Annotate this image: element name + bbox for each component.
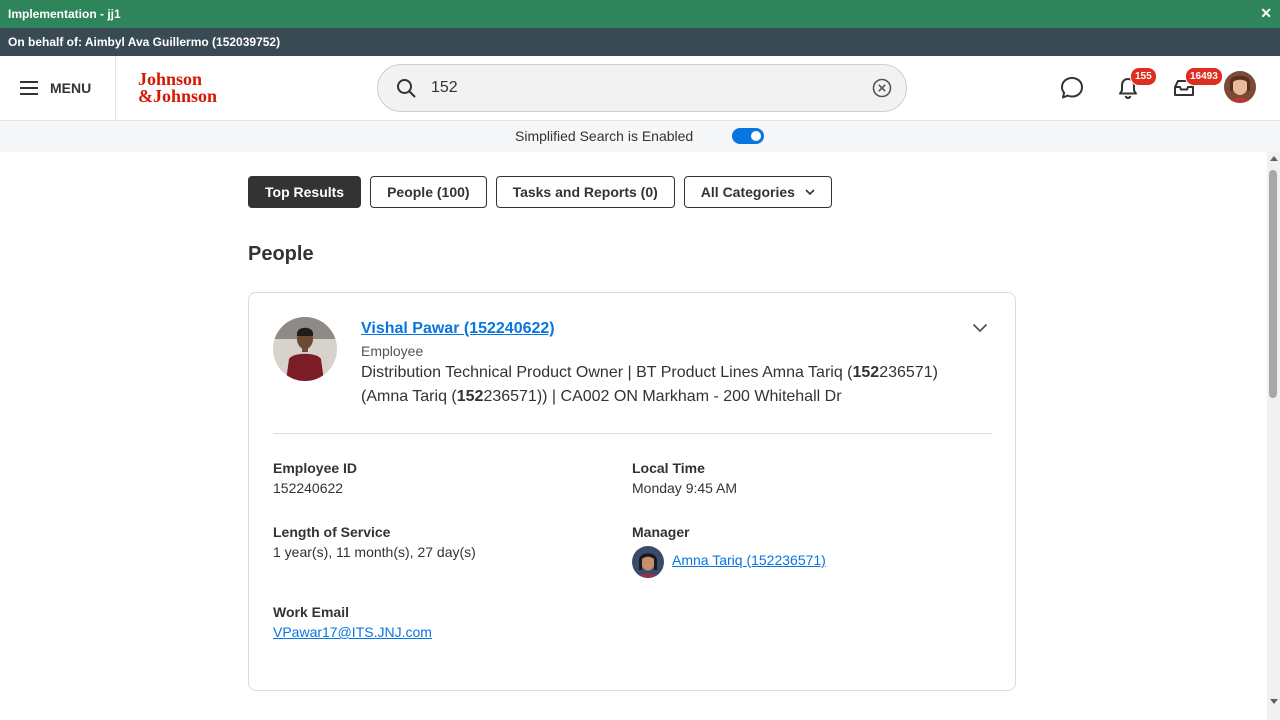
length-of-service-value: 1 year(s), 11 month(s), 27 day(s) <box>273 544 476 560</box>
chat-icon[interactable] <box>1059 75 1085 101</box>
toggle-knob <box>751 131 761 141</box>
local-time-label: Local Time <box>632 460 705 476</box>
header-divider <box>115 56 116 120</box>
simplified-search-bar: Simplified Search is Enabled <box>0 121 1280 152</box>
person-photo[interactable] <box>273 317 337 381</box>
app-header: MENU Johnson &Johnson 155 16493 <box>0 56 1280 121</box>
desc-part-1: Distribution Technical Product Owner | B… <box>361 364 853 381</box>
card-divider <box>273 433 992 434</box>
person-name-link[interactable]: Vishal Pawar (152240622) <box>361 320 555 338</box>
search-box[interactable] <box>377 64 907 112</box>
result-tabs: Top Results People (100) Tasks and Repor… <box>248 176 841 208</box>
search-icon <box>397 79 416 98</box>
menu-button[interactable]: MENU <box>20 76 91 100</box>
manager-avatar-icon <box>632 546 664 578</box>
inbox-badge: 16493 <box>1185 67 1223 86</box>
work-email-link[interactable]: VPawar17@ITS.JNJ.com <box>273 624 432 640</box>
desc-highlight-2: 152 <box>456 388 484 405</box>
section-title-people: People <box>248 243 314 265</box>
tab-top-results-label: Top Results <box>265 184 345 200</box>
work-email-label: Work Email <box>273 604 349 620</box>
manager-link[interactable]: Amna Tariq (152236571) <box>672 552 826 568</box>
user-avatar-icon <box>1224 71 1256 103</box>
scroll-up-arrow-icon[interactable] <box>1270 156 1278 161</box>
user-avatar[interactable] <box>1224 71 1256 103</box>
tab-people-label: People (100) <box>387 184 470 200</box>
simplified-search-text: Simplified Search is Enabled <box>515 128 694 144</box>
person-description: Distribution Technical Product Owner | B… <box>361 361 971 409</box>
chevron-down-icon[interactable] <box>972 323 988 333</box>
employee-id-label: Employee ID <box>273 460 358 476</box>
person-role: Employee <box>361 343 424 359</box>
window-title-bar: Implementation - jj1 ✕ <box>0 0 1280 28</box>
desc-part-4: (Amna Tariq ( <box>361 388 457 405</box>
on-behalf-text: On behalf of: Aimbyl Ava Guillermo (1520… <box>8 35 281 49</box>
local-time-value: Monday 9:45 AM <box>632 480 738 496</box>
person-card: Vishal Pawar (152240622) Employee Distri… <box>248 292 1016 691</box>
page-scrollbar[interactable] <box>1267 152 1280 720</box>
desc-part-3: 236571) <box>879 364 938 381</box>
all-categories-dropdown[interactable]: All Categories <box>683 176 832 208</box>
company-logo[interactable]: Johnson &Johnson <box>138 70 218 106</box>
simplified-search-toggle[interactable] <box>732 128 764 144</box>
window-title: Implementation - jj1 <box>8 7 121 21</box>
manager-avatar[interactable] <box>632 546 664 578</box>
desc-part-6: 236571)) | CA002 ON Markham - 200 Whiteh… <box>483 388 842 405</box>
close-icon[interactable]: ✕ <box>1260 5 1272 22</box>
logo-line-2: &Johnson <box>138 86 218 106</box>
person-photo-icon <box>273 317 337 381</box>
tab-top-results[interactable]: Top Results <box>248 176 362 208</box>
on-behalf-bar: On behalf of: Aimbyl Ava Guillermo (1520… <box>0 28 1280 56</box>
scrollbar-thumb[interactable] <box>1269 170 1277 398</box>
employee-id-value: 152240622 <box>273 480 344 496</box>
hamburger-icon <box>20 81 38 95</box>
all-categories-label: All Categories <box>700 184 795 200</box>
tab-tasks-label: Tasks and Reports (0) <box>512 184 658 200</box>
menu-label: MENU <box>50 80 92 96</box>
notifications-badge: 155 <box>1130 67 1157 86</box>
tab-tasks-and-reports[interactable]: Tasks and Reports (0) <box>495 176 675 208</box>
chevron-down-icon <box>805 189 815 195</box>
desc-highlight-1: 152 <box>852 364 880 381</box>
clear-search-icon[interactable] <box>872 78 892 98</box>
length-of-service-label: Length of Service <box>273 524 391 540</box>
manager-label: Manager <box>632 524 690 540</box>
scroll-down-arrow-icon[interactable] <box>1270 699 1278 704</box>
search-input[interactable] <box>431 77 851 99</box>
tab-people[interactable]: People (100) <box>370 176 487 208</box>
